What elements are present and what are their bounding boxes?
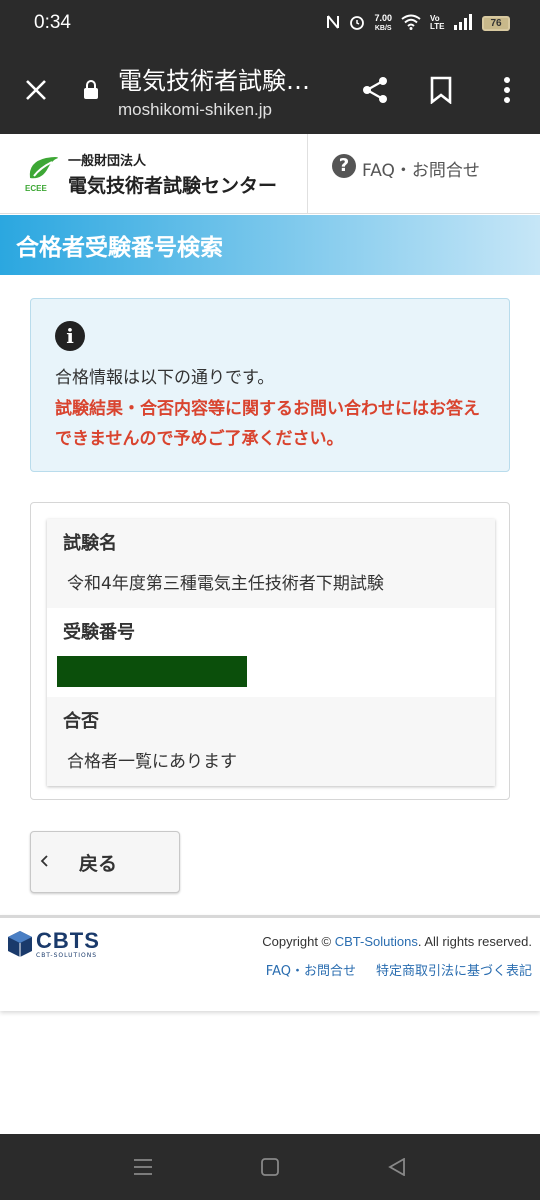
copyright-suffix: . All rights reserved. xyxy=(417,934,532,949)
volte-indicator: Vo LTE xyxy=(430,14,445,31)
share-button[interactable] xyxy=(342,46,408,134)
battery-icon: 76 xyxy=(482,15,510,31)
menu-button[interactable] xyxy=(474,46,540,134)
site-footer: CBTS CBT-SOLUTIONS Copyright © CBT-Solut… xyxy=(0,915,540,1011)
alert-warning: 試験結果・合否内容等に関するお問い合わせにはお答えできませんので予めご了承くださ… xyxy=(55,399,480,449)
result-table: 試験名 令和4年度第三種電気主任技術者下期試験 受験番号 合否 合格者一覧にあり… xyxy=(47,519,495,786)
browser-toolbar: 電気技術者試験… moshikomi-shiken.jp xyxy=(0,46,540,134)
more-vert-icon xyxy=(504,77,510,103)
cbts-logo-sub: CBT-SOLUTIONS xyxy=(36,952,98,959)
menu-lines-icon xyxy=(134,1159,153,1175)
copyright: Copyright © CBT-Solutions. All rights re… xyxy=(262,934,532,949)
copyright-link[interactable]: CBT-Solutions xyxy=(335,934,418,949)
speed-value: 7.00 xyxy=(374,12,392,23)
back-button-label: 戻る xyxy=(79,852,118,875)
logo-text: 一般財団法人 電気技術者試験センター xyxy=(68,150,277,198)
exam-number-redacted xyxy=(57,656,247,687)
close-tab-button[interactable] xyxy=(0,46,72,134)
info-icon: i xyxy=(55,321,85,351)
signal-icon xyxy=(453,13,473,33)
status-icons: 7.00 KB/S Vo LTE 76 xyxy=(326,12,510,33)
nav-back-button[interactable] xyxy=(367,1137,427,1197)
chevron-left-icon xyxy=(39,852,79,873)
footer-link-legal[interactable]: 特定商取引法に基づく表記 xyxy=(376,960,532,979)
status-time: 0:34 xyxy=(34,12,71,33)
browser-page-title: 電気技術者試験… xyxy=(118,66,310,95)
nfc-icon xyxy=(326,14,340,33)
lock-icon[interactable] xyxy=(78,80,104,100)
url-area[interactable]: 電気技術者試験… moshikomi-shiken.jp xyxy=(118,61,342,120)
faq-link[interactable]: ? FAQ・お問合せ xyxy=(308,134,540,213)
copyright-prefix: Copyright © xyxy=(262,934,335,949)
home-button[interactable] xyxy=(240,1137,300,1197)
ecee-logo-icon: ECEE xyxy=(24,154,62,194)
back-triangle-icon xyxy=(387,1158,405,1176)
pass-fail-label: 合否 xyxy=(63,711,99,732)
speed-unit: KB/S xyxy=(374,24,392,32)
org-type: 一般財団法人 xyxy=(68,153,147,169)
bookmark-icon xyxy=(430,76,452,104)
exam-name-label: 試験名 xyxy=(63,533,117,554)
recents-button[interactable] xyxy=(113,1137,173,1197)
bookmark-button[interactable] xyxy=(408,46,474,134)
result-row-pass: 合否 合格者一覧にあります xyxy=(47,697,495,786)
alarm-icon xyxy=(349,14,365,33)
result-row-exam: 試験名 令和4年度第三種電気主任技術者下期試験 xyxy=(47,519,495,608)
wifi-icon xyxy=(401,14,421,33)
logo-mark-text: ECEE xyxy=(25,184,47,193)
page-title: 合格者受験番号検索 xyxy=(16,235,223,261)
exam-number-label: 受験番号 xyxy=(63,622,135,643)
status-bar: 0:34 7.00 KB/S Vo LTE 76 xyxy=(0,0,540,46)
cbts-logo[interactable]: CBTS CBT-SOLUTIONS xyxy=(6,928,100,959)
faq-label: FAQ・お問合せ xyxy=(362,161,480,181)
network-speed: 7.00 KB/S xyxy=(374,12,392,33)
exam-name-value: 令和4年度第三種電気主任技術者下期試験 xyxy=(67,574,384,594)
share-icon xyxy=(363,77,387,103)
back-button[interactable]: 戻る xyxy=(30,831,180,893)
browser-domain: moshikomi-shiken.jp xyxy=(118,99,272,119)
site-header: ECEE 一般財団法人 電気技術者試験センター ? FAQ・お問合せ xyxy=(0,134,540,214)
footer-links: FAQ・お問合せ 特定商取引法に基づく表記 xyxy=(266,960,532,979)
close-icon xyxy=(26,80,46,100)
system-nav-bar xyxy=(0,1134,540,1200)
cbts-logo-text: CBTS xyxy=(36,928,100,953)
result-row-number: 受験番号 xyxy=(47,608,495,697)
home-square-icon xyxy=(261,1158,279,1176)
pass-fail-value: 合格者一覧にあります xyxy=(67,752,237,772)
info-alert: i 合格情報は以下の通りです。 試験結果・合否内容等に関するお問い合わせにはお答… xyxy=(30,298,510,472)
footer-link-faq[interactable]: FAQ・お問合せ xyxy=(266,960,356,979)
site-logo[interactable]: ECEE 一般財団法人 電気技術者試験センター xyxy=(0,134,308,213)
cbts-cube-icon xyxy=(8,930,32,957)
page-title-banner: 合格者受験番号検索 xyxy=(0,215,540,275)
result-card: 試験名 令和4年度第三種電気主任技術者下期試験 受験番号 合否 合格者一覧にあり… xyxy=(30,502,510,800)
alert-message: 合格情報は以下の通りです。 xyxy=(55,368,275,388)
question-circle-icon: ? xyxy=(332,154,356,178)
org-name: 電気技術者試験センター xyxy=(68,174,278,197)
